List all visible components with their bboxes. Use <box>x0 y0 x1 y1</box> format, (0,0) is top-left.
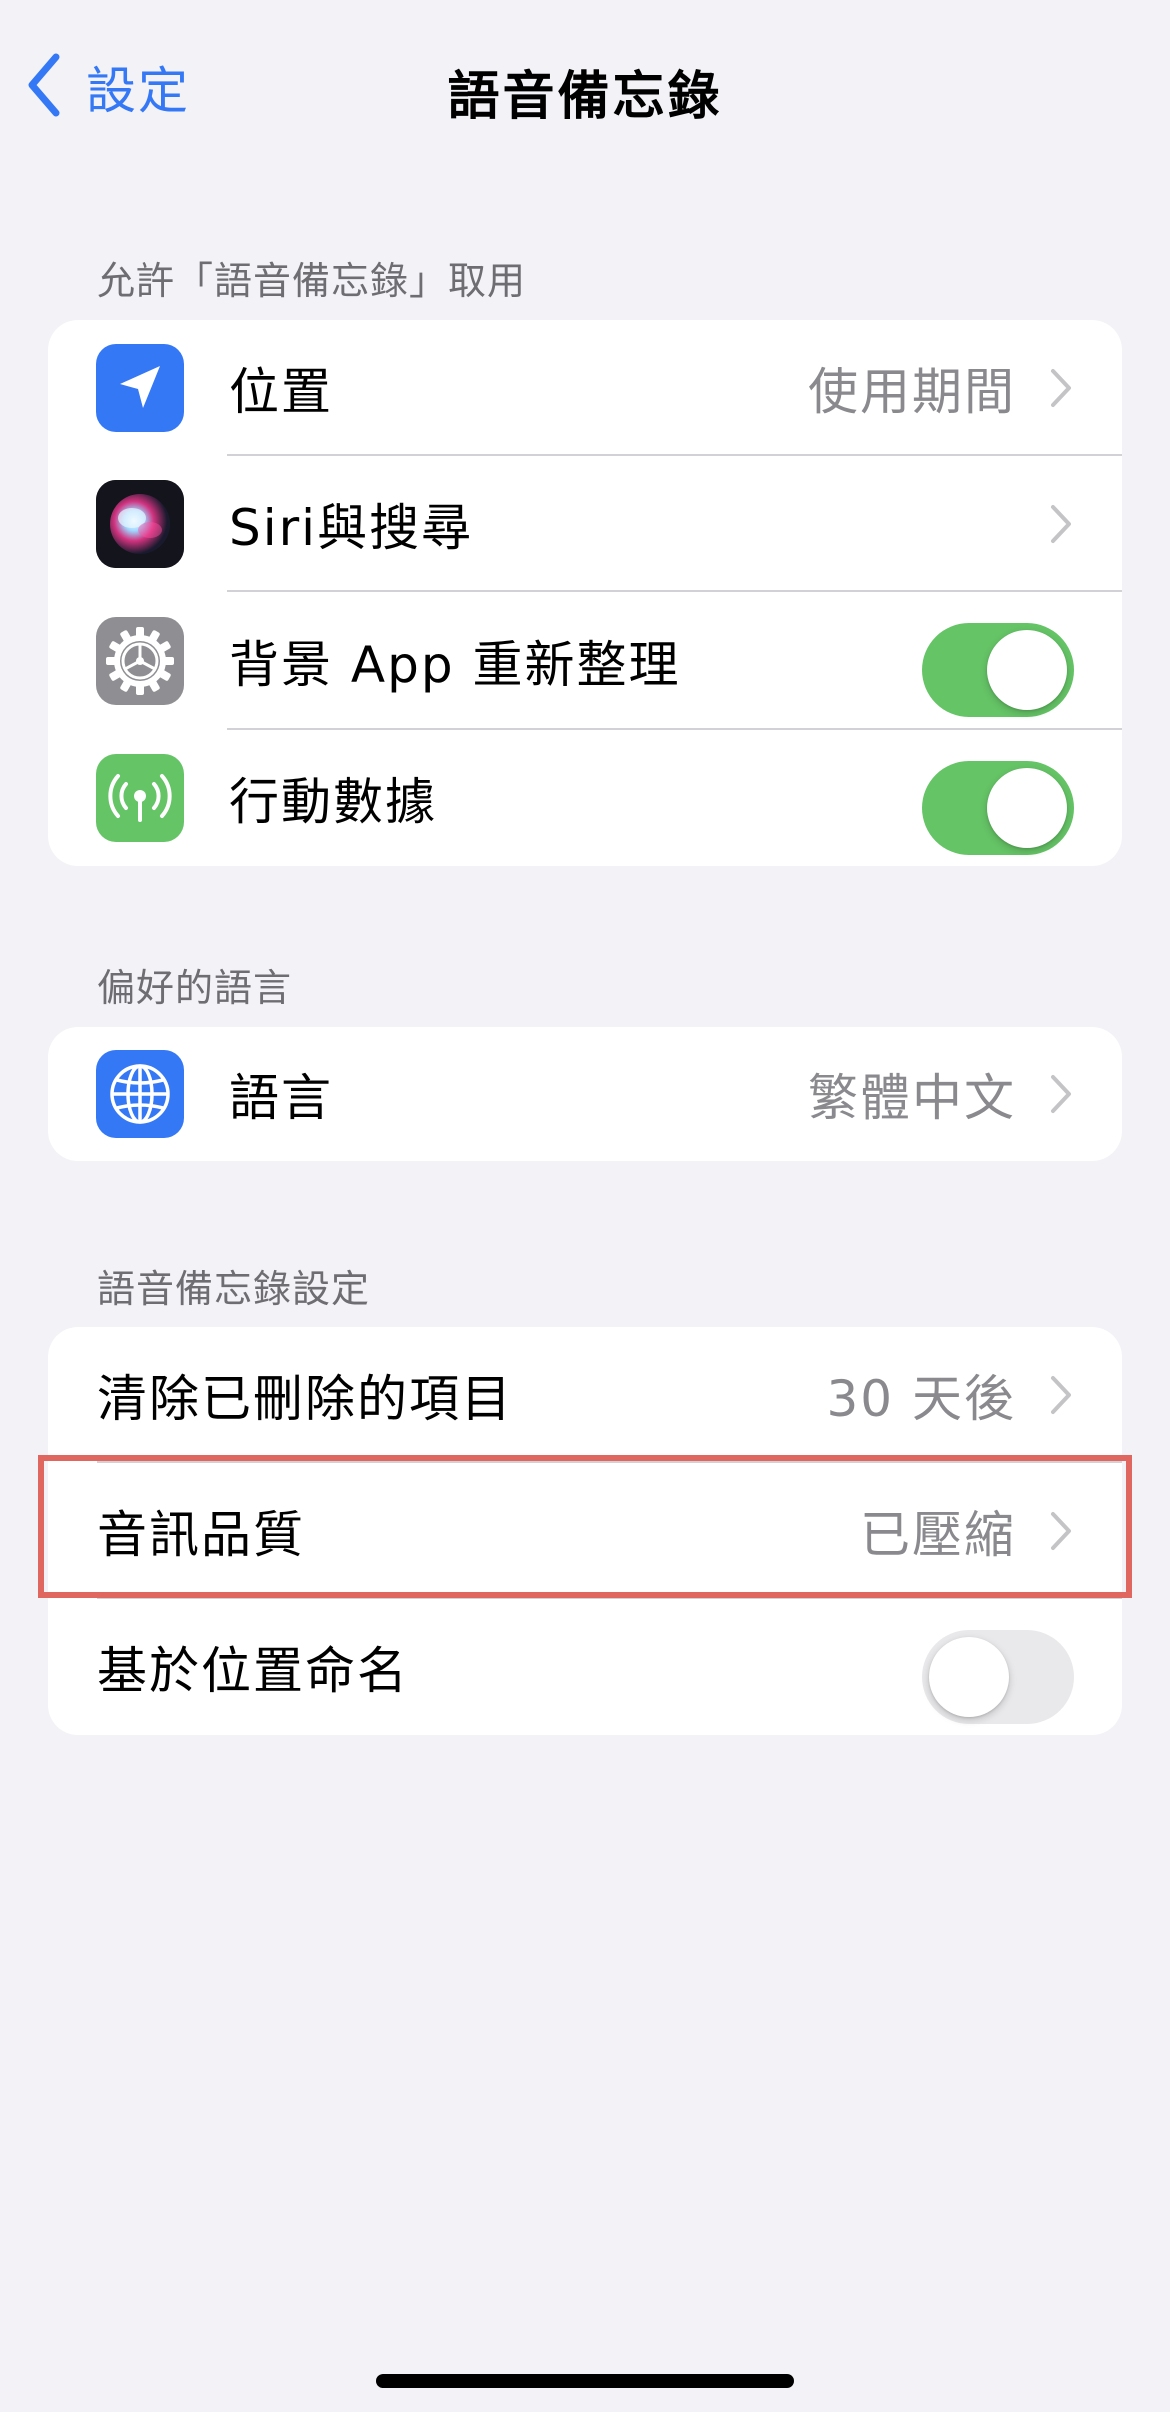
row-label-cellular: 行動數據 <box>229 773 437 831</box>
row-location-naming: 基於位置命名 <box>48 1599 1122 1735</box>
chevron-right-icon <box>1051 505 1071 543</box>
row-language[interactable]: 語言 繁體中文 <box>48 1027 1122 1161</box>
row-label-location: 位置 <box>229 363 333 421</box>
background-refresh-toggle[interactable] <box>922 623 1074 717</box>
row-label-location-naming: 基於位置命名 <box>97 1642 409 1700</box>
row-label-background-refresh: 背景 App 重新整理 <box>229 636 681 694</box>
row-cellular-data: 行動數據 <box>48 730 1122 866</box>
row-background-refresh: 背景 App 重新整理 <box>48 592 1122 730</box>
row-location[interactable]: 位置 使用期間 <box>48 320 1122 456</box>
row-label-language: 語言 <box>229 1069 333 1127</box>
section-header-memo-settings: 語音備忘錄設定 <box>97 1267 371 1311</box>
row-value-clear-deleted: 30 天後 <box>826 1370 1016 1428</box>
row-label-siri: Siri與搜尋 <box>229 499 474 557</box>
memo-settings-group: 清除已刪除的項目 30 天後 音訊品質 已壓縮 基於位置命名 <box>48 1327 1122 1735</box>
row-clear-deleted[interactable]: 清除已刪除的項目 30 天後 <box>48 1327 1122 1463</box>
row-value-audio-quality: 已壓縮 <box>860 1506 1016 1564</box>
chevron-right-icon <box>1051 1075 1071 1113</box>
location-arrow-icon <box>96 344 184 432</box>
navigation-bar: 設定 語音備忘錄 <box>0 0 1170 172</box>
access-group: 位置 使用期間 Siri與搜尋 背景 App 重新整理 行動數據 <box>48 320 1122 866</box>
row-label-audio-quality: 音訊品質 <box>97 1506 305 1564</box>
row-value-location: 使用期間 <box>808 363 1016 421</box>
page-title: 語音備忘錄 <box>447 67 723 127</box>
row-siri-search[interactable]: Siri與搜尋 <box>48 456 1122 592</box>
chevron-right-icon <box>1051 1376 1071 1414</box>
chevron-right-icon <box>1051 1512 1071 1550</box>
row-label-clear-deleted: 清除已刪除的項目 <box>97 1370 513 1428</box>
location-naming-toggle[interactable] <box>922 1630 1074 1724</box>
chevron-right-icon <box>1051 369 1071 407</box>
gear-icon <box>96 617 184 705</box>
home-indicator <box>376 2374 794 2388</box>
language-group: 語言 繁體中文 <box>48 1027 1122 1161</box>
section-header-language: 偏好的語言 <box>97 966 293 1010</box>
cellular-data-toggle[interactable] <box>922 761 1074 855</box>
siri-icon <box>96 480 184 568</box>
section-header-access: 允許「語音備忘錄」取用 <box>97 259 527 303</box>
row-audio-quality[interactable]: 音訊品質 已壓縮 <box>48 1463 1122 1599</box>
globe-icon <box>96 1050 184 1138</box>
cellular-antenna-icon <box>96 754 184 842</box>
row-value-language: 繁體中文 <box>808 1069 1016 1127</box>
